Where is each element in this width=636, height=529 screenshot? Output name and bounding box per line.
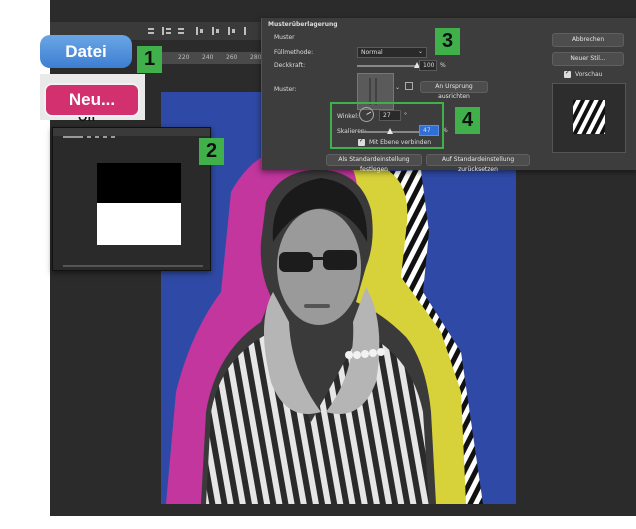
white-swatch xyxy=(97,203,181,245)
new-menu-item[interactable]: Neu... xyxy=(44,83,140,117)
new-document-preview-popup xyxy=(52,127,211,271)
pattern-subsection-label: Muster xyxy=(274,34,295,41)
pattern-label: Muster: xyxy=(274,86,297,93)
ruler-tick-label: 260 xyxy=(226,54,238,61)
callout-4: 4 xyxy=(455,107,480,134)
ruler-tick-label: 280 xyxy=(250,54,262,61)
pattern-chevron-icon[interactable]: ⌄ xyxy=(395,84,400,91)
blend-mode-label: Füllmethode: xyxy=(274,49,314,56)
opacity-label: Deckkraft: xyxy=(274,62,306,69)
black-swatch xyxy=(97,163,181,203)
opacity-unit: % xyxy=(440,62,446,69)
file-menu-button[interactable]: Datei xyxy=(40,35,132,68)
popup-toolbar xyxy=(53,128,210,138)
set-default-button[interactable]: Als Standardeinstellung festlegen xyxy=(326,154,422,173)
style-preview-thumbnail xyxy=(552,83,626,153)
angle-scale-highlight xyxy=(330,102,444,149)
blend-mode-select[interactable]: Normal ⌄ xyxy=(357,47,427,58)
blend-mode-value: Normal xyxy=(361,49,383,56)
popup-divider xyxy=(63,265,203,267)
new-style-button[interactable]: Neuer Stil... xyxy=(552,52,624,66)
chevron-down-icon: ⌄ xyxy=(417,48,423,55)
preview-label: Vorschau xyxy=(575,71,603,78)
callout-3: 3 xyxy=(435,28,460,55)
callout-2: 2 xyxy=(199,138,224,165)
snap-to-origin-button[interactable]: An Ursprung ausrichten xyxy=(420,81,488,100)
reset-default-button[interactable]: Auf Standardeinstellung zurücksetzen xyxy=(426,154,530,173)
checkmark-icon: ✓ xyxy=(565,70,571,76)
striped-preview-icon xyxy=(573,100,605,134)
opacity-slider[interactable] xyxy=(357,62,420,68)
preview-checkbox[interactable]: ✓ xyxy=(564,70,571,78)
cancel-button[interactable]: Abbrechen xyxy=(552,33,624,47)
dialog-section-title: Musterüberlagerung xyxy=(268,21,338,28)
popup-toolbar-icons xyxy=(63,136,115,138)
ruler-tick-label: 240 xyxy=(202,54,214,61)
opacity-input[interactable]: 100 xyxy=(419,60,437,71)
new-preset-icon[interactable] xyxy=(405,82,413,90)
ruler-tick-label: 220 xyxy=(178,54,190,61)
callout-1: 1 xyxy=(137,46,162,73)
